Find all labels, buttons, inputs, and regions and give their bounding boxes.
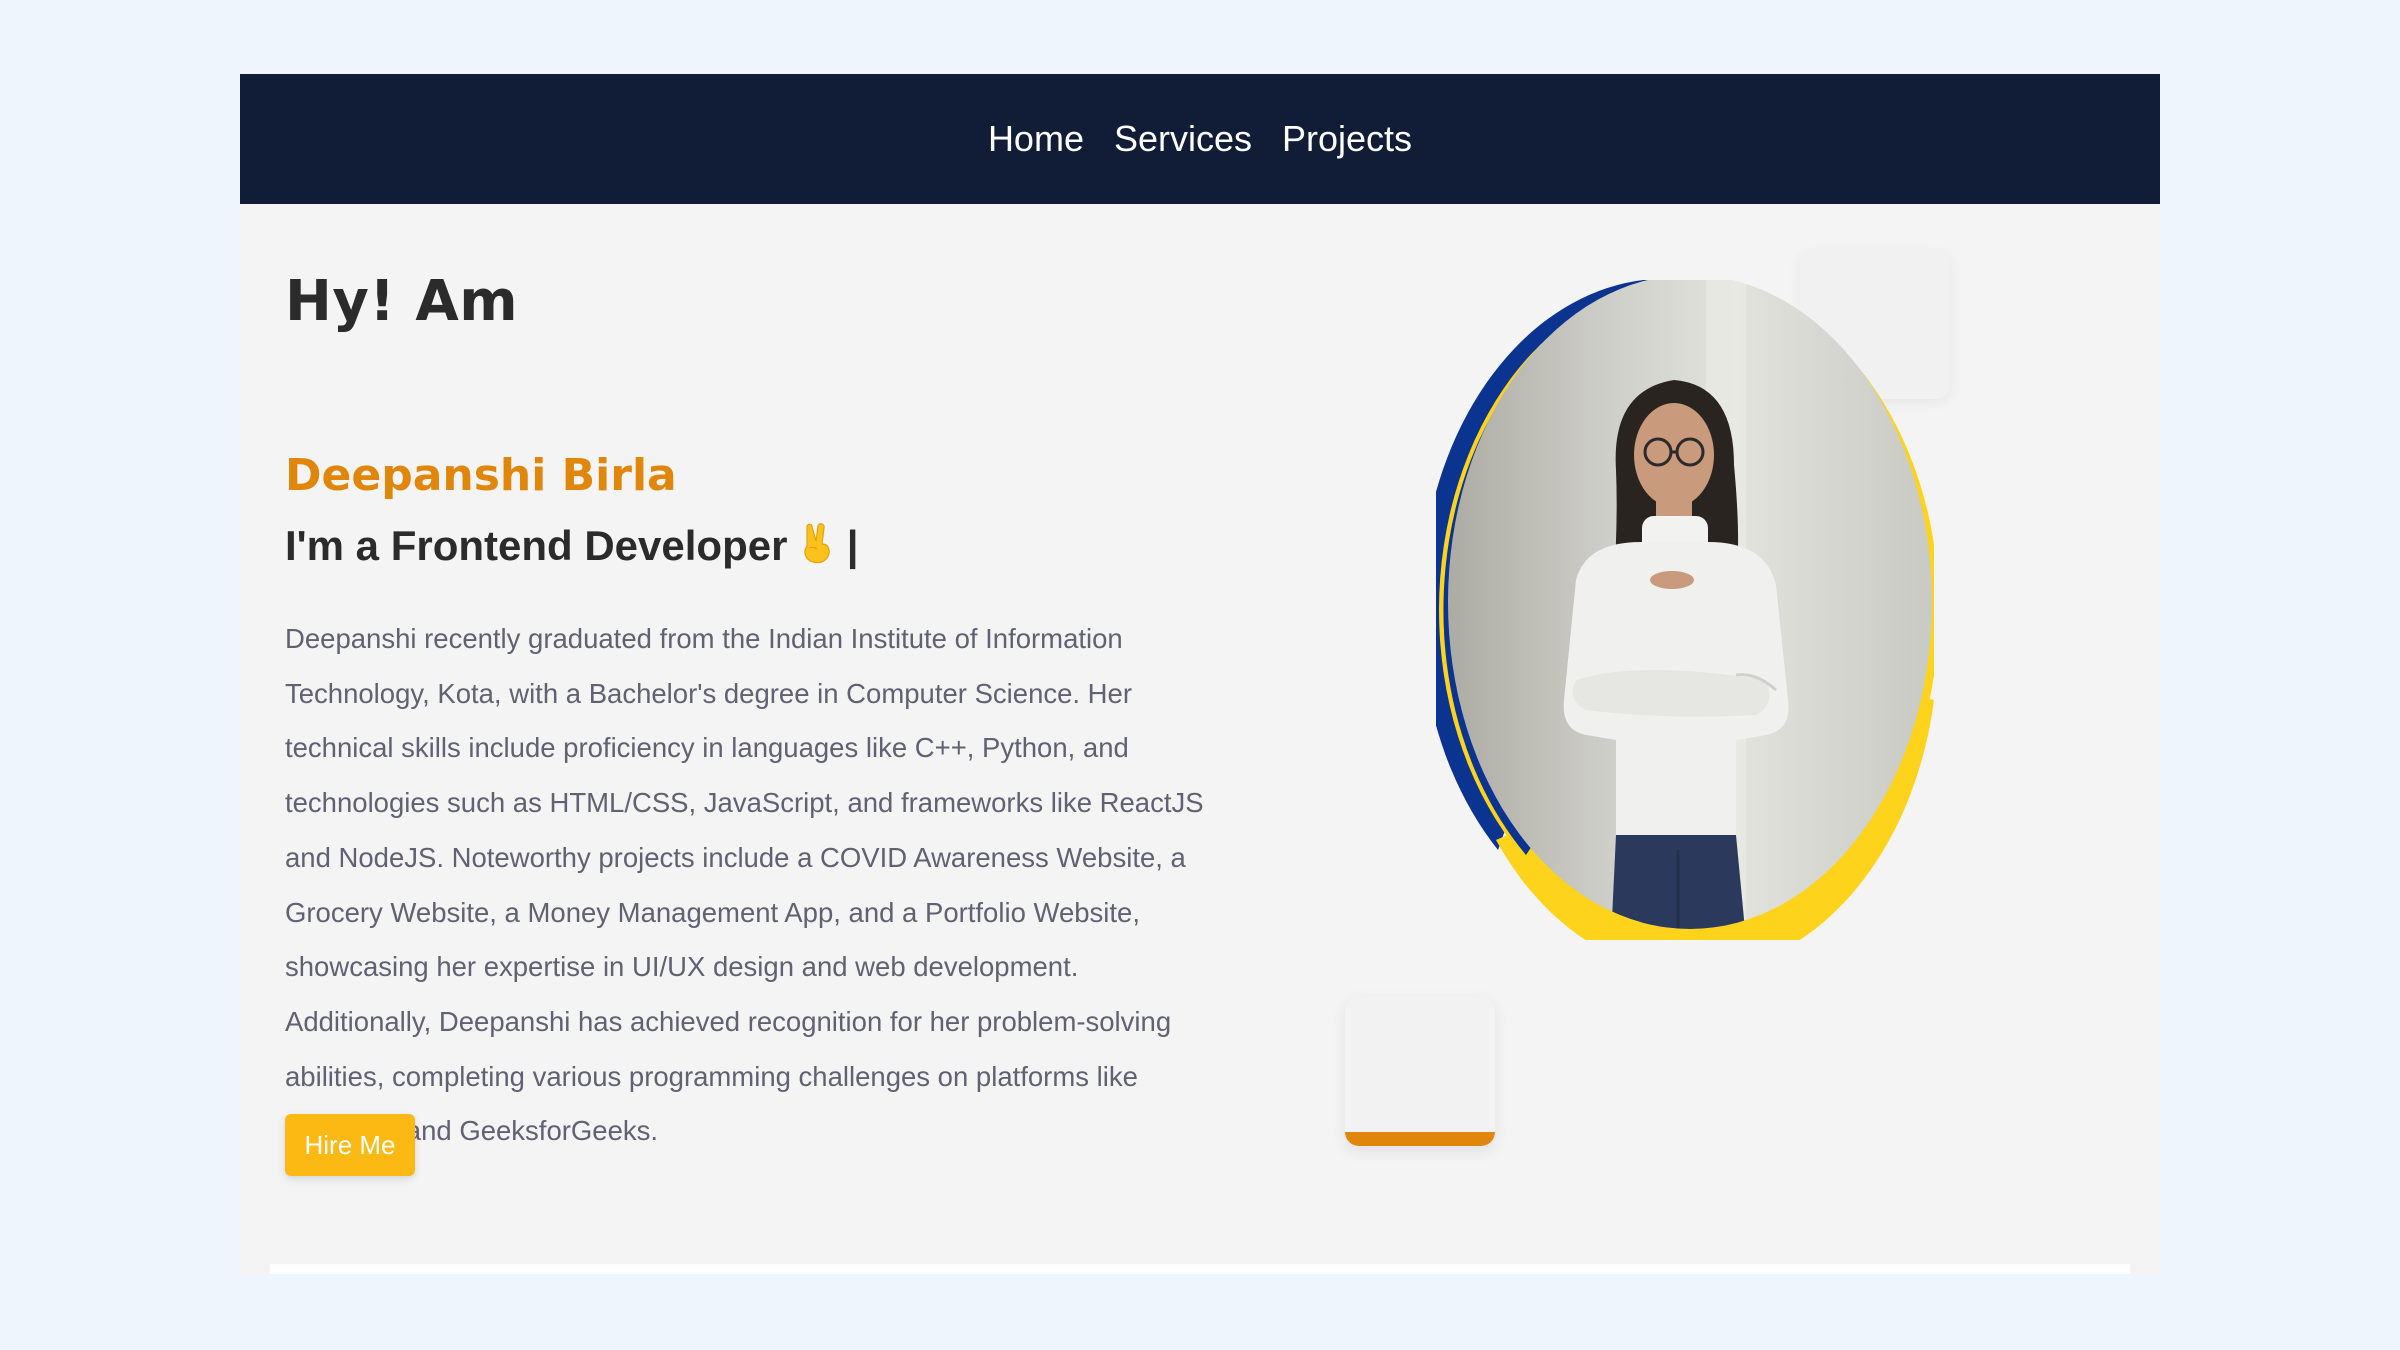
hero-text: Hy! Am Deepanshi Birla I'm a Frontend De… — [285, 269, 1205, 1147]
hero-greeting: Hy! Am — [285, 269, 519, 334]
section-divider — [270, 1264, 2130, 1274]
nav-services-link[interactable]: Services — [1114, 121, 1252, 157]
typing-cursor: | — [846, 522, 859, 569]
page-frame: Home Services Projects Hy! Am Deepanshi … — [240, 74, 2160, 1274]
hero-role: I'm a Frontend Developer | — [285, 522, 859, 567]
nav-home-link[interactable]: Home — [988, 121, 1084, 157]
top-navbar: Home Services Projects — [240, 74, 2160, 204]
hire-me-button[interactable]: Hire Me — [285, 1114, 415, 1176]
decorative-card-bottom — [1345, 996, 1495, 1146]
nav-projects-link[interactable]: Projects — [1282, 121, 1412, 157]
decorative-card-accent-bar — [1345, 1132, 1495, 1146]
hero-name: Deepanshi Birla — [285, 450, 677, 501]
role-title: Frontend Developer — [390, 522, 788, 569]
hero-bio: Deepanshi recently graduated from the In… — [285, 623, 1204, 1147]
profile-photo — [1436, 280, 1934, 940]
role-prefix: I'm a — [285, 522, 391, 569]
victory-hand-icon — [799, 522, 835, 569]
